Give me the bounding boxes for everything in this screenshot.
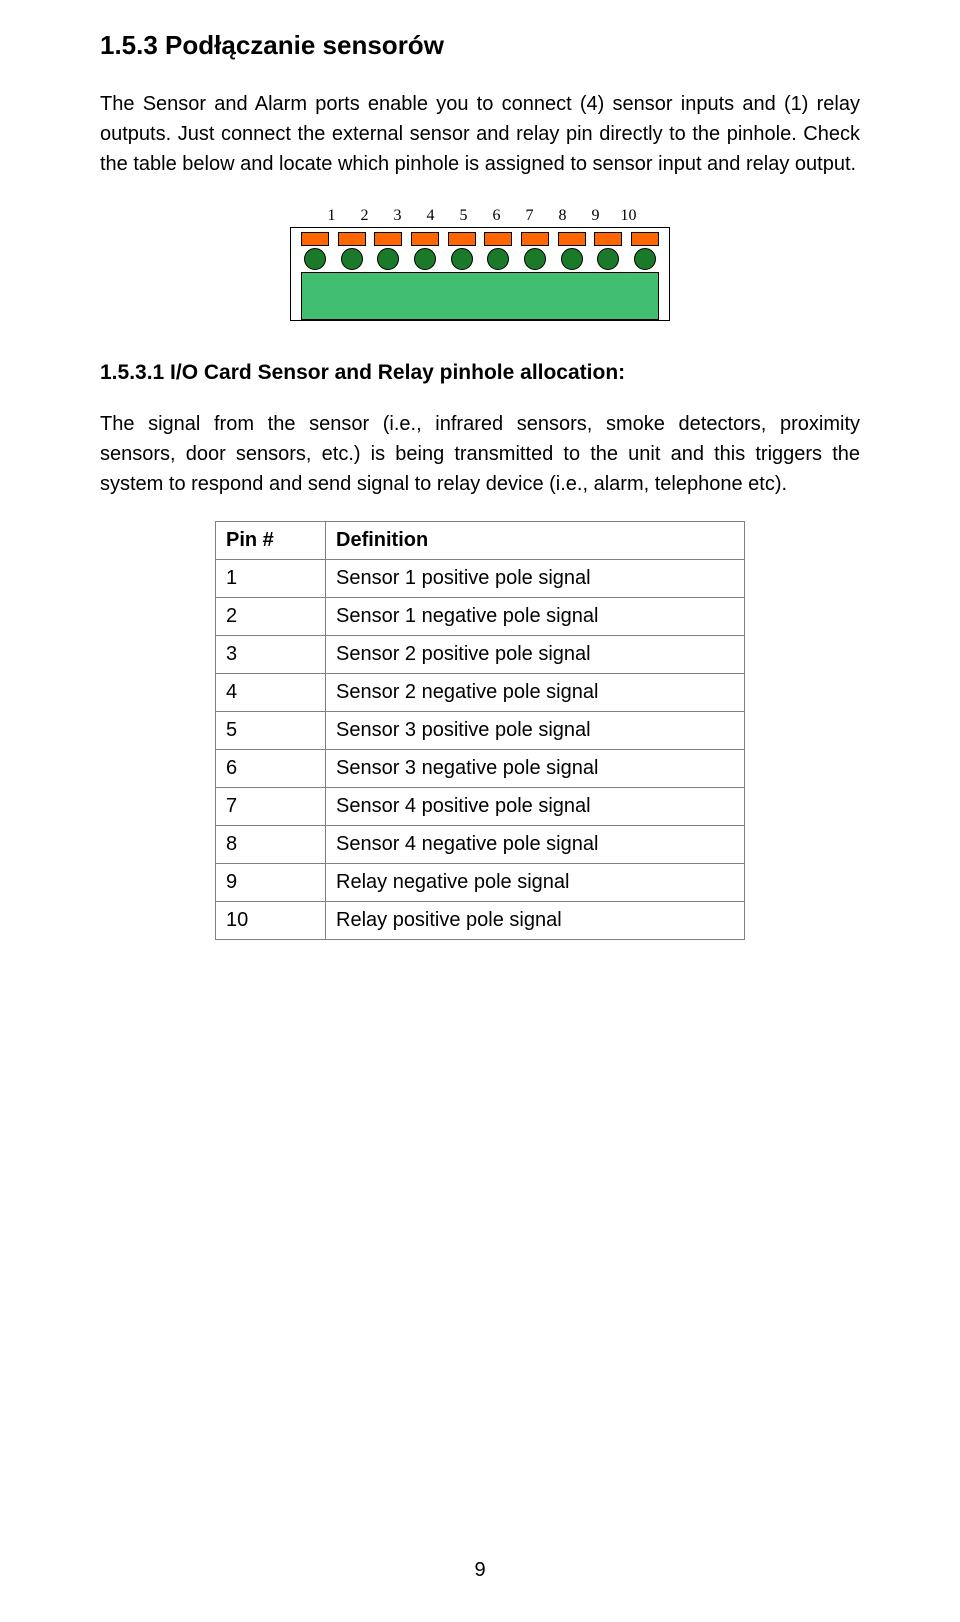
cell-definition: Sensor 4 positive pole signal xyxy=(326,788,745,826)
pinhole-icon xyxy=(448,248,476,270)
cell-pin: 1 xyxy=(216,560,326,598)
page-number: 9 xyxy=(0,1559,960,1582)
cell-pin: 8 xyxy=(216,826,326,864)
pin-number: 6 xyxy=(480,207,513,225)
pinhole-icon xyxy=(558,248,586,270)
cell-definition: Sensor 3 negative pole signal xyxy=(326,750,745,788)
table-row: 9 Relay negative pole signal xyxy=(216,864,745,902)
cell-definition: Sensor 1 negative pole signal xyxy=(326,598,745,636)
table-header-pin: Pin # xyxy=(216,522,326,560)
pin-number: 8 xyxy=(546,207,579,225)
pinhole-icon xyxy=(484,248,512,270)
pin-number: 9 xyxy=(579,207,612,225)
connector-board xyxy=(290,227,670,321)
terminal-block-icon xyxy=(558,232,586,246)
pinhole-icon xyxy=(338,248,366,270)
subsection-title: 1.5.3.1 I/O Card Sensor and Relay pinhol… xyxy=(100,361,860,385)
table-row: 2 Sensor 1 negative pole signal xyxy=(216,598,745,636)
pin-number: 7 xyxy=(513,207,546,225)
cell-definition: Sensor 4 negative pole signal xyxy=(326,826,745,864)
pin-number: 10 xyxy=(612,207,645,225)
terminal-block-icon xyxy=(631,232,659,246)
pinhole-icon xyxy=(301,248,329,270)
terminal-block-icon xyxy=(301,232,329,246)
pinhole-icon xyxy=(594,248,622,270)
pin-number: 3 xyxy=(381,207,414,225)
cell-pin: 10 xyxy=(216,902,326,940)
terminal-block-icon xyxy=(484,232,512,246)
cell-pin: 9 xyxy=(216,864,326,902)
table-row: 10 Relay positive pole signal xyxy=(216,902,745,940)
table-row: 4 Sensor 2 negative pole signal xyxy=(216,674,745,712)
pin-number-row: 1 2 3 4 5 6 7 8 9 10 xyxy=(290,207,670,225)
table-row: 8 Sensor 4 negative pole signal xyxy=(216,826,745,864)
table-header-definition: Definition xyxy=(326,522,745,560)
pin-number: 2 xyxy=(348,207,381,225)
terminal-block-icon xyxy=(448,232,476,246)
table-row: 3 Sensor 2 positive pole signal xyxy=(216,636,745,674)
cell-definition: Sensor 2 negative pole signal xyxy=(326,674,745,712)
terminal-block-icon xyxy=(521,232,549,246)
table-row: 5 Sensor 3 positive pole signal xyxy=(216,712,745,750)
pin-number: 4 xyxy=(414,207,447,225)
pinhole-icon xyxy=(521,248,549,270)
cell-pin: 4 xyxy=(216,674,326,712)
table-row: 1 Sensor 1 positive pole signal xyxy=(216,560,745,598)
connector-body xyxy=(301,272,659,320)
pinhole-icon xyxy=(631,248,659,270)
cell-definition: Relay positive pole signal xyxy=(326,902,745,940)
cell-pin: 5 xyxy=(216,712,326,750)
cell-definition: Sensor 3 positive pole signal xyxy=(326,712,745,750)
table-row: 7 Sensor 4 positive pole signal xyxy=(216,788,745,826)
terminal-block-icon xyxy=(411,232,439,246)
cell-pin: 2 xyxy=(216,598,326,636)
terminal-row-top xyxy=(301,232,659,246)
terminal-block-icon xyxy=(338,232,366,246)
cell-definition: Sensor 2 positive pole signal xyxy=(326,636,745,674)
terminal-block-icon xyxy=(594,232,622,246)
cell-pin: 3 xyxy=(216,636,326,674)
pinhole-icon xyxy=(411,248,439,270)
section-paragraph-1: The Sensor and Alarm ports enable you to… xyxy=(100,89,860,179)
pinhole-icon xyxy=(374,248,402,270)
pin-number: 5 xyxy=(447,207,480,225)
terminal-block-icon xyxy=(374,232,402,246)
cell-pin: 6 xyxy=(216,750,326,788)
cell-definition: Relay negative pole signal xyxy=(326,864,745,902)
pin-definition-table: Pin # Definition 1 Sensor 1 positive pol… xyxy=(215,521,745,940)
pin-number: 1 xyxy=(315,207,348,225)
connector-diagram: 1 2 3 4 5 6 7 8 9 10 xyxy=(100,207,860,321)
cell-pin: 7 xyxy=(216,788,326,826)
cell-definition: Sensor 1 positive pole signal xyxy=(326,560,745,598)
section-title: 1.5.3 Podłączanie sensorów xyxy=(100,30,860,61)
table-row: 6 Sensor 3 negative pole signal xyxy=(216,750,745,788)
pinhole-row xyxy=(301,248,659,270)
subsection-paragraph: The signal from the sensor (i.e., infrar… xyxy=(100,409,860,499)
